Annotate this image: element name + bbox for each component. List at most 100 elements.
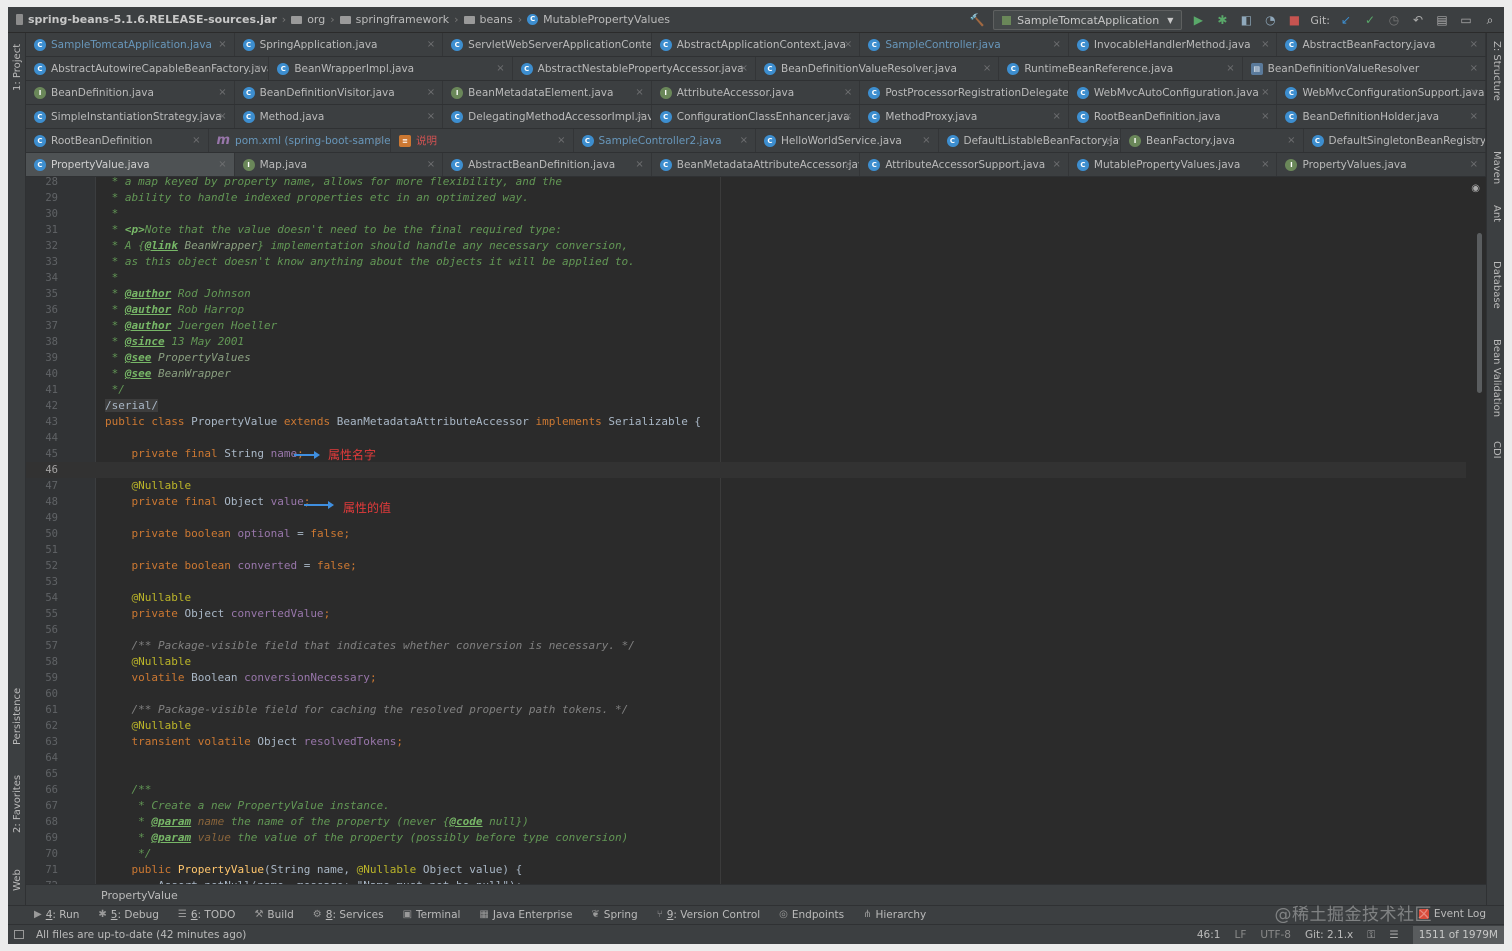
git-branch[interactable]: Git: 2.1.x bbox=[1305, 929, 1353, 941]
code-editor[interactable]: 28 * a map keyed by property name, allow… bbox=[26, 177, 1486, 884]
editor-tab[interactable]: C SampleController.java × bbox=[860, 33, 1069, 56]
close-tab-icon[interactable]: × bbox=[844, 39, 852, 50]
code-line[interactable]: 53 bbox=[26, 574, 1466, 590]
git-commit-icon[interactable]: ✓ bbox=[1362, 12, 1378, 28]
code-line[interactable]: 41 */ bbox=[26, 382, 1466, 398]
close-tab-icon[interactable]: × bbox=[983, 63, 991, 74]
close-tab-icon[interactable]: × bbox=[427, 111, 435, 122]
editor-tab[interactable]: C RuntimeBeanReference.java × bbox=[999, 57, 1243, 80]
code-line[interactable]: 56 bbox=[26, 622, 1466, 638]
close-tab-icon[interactable]: × bbox=[375, 135, 383, 146]
close-tab-icon[interactable]: × bbox=[1470, 39, 1478, 50]
close-tab-icon[interactable]: × bbox=[218, 111, 226, 122]
close-tab-icon[interactable]: × bbox=[635, 87, 643, 98]
code-line[interactable]: 30 * bbox=[26, 206, 1466, 222]
close-tab-icon[interactable]: × bbox=[844, 159, 852, 170]
close-tab-icon[interactable]: × bbox=[1470, 135, 1478, 146]
close-tab-icon[interactable]: × bbox=[1053, 39, 1061, 50]
code-line[interactable]: 60 bbox=[26, 686, 1466, 702]
editor-tab[interactable]: C BeanDefinitionValueResolver.java × bbox=[756, 57, 1000, 80]
code-line[interactable]: 42/serial/ bbox=[26, 398, 1466, 414]
tool-window-todo[interactable]: ☰ 6: TODO bbox=[178, 909, 236, 921]
breadcrumb-springframework[interactable]: springframework bbox=[356, 13, 449, 26]
layout-icon[interactable]: ▭ bbox=[1458, 12, 1474, 28]
close-tab-icon[interactable]: × bbox=[1287, 135, 1295, 146]
close-tab-icon[interactable]: × bbox=[1470, 159, 1478, 170]
code-line[interactable]: 45 private final String name; bbox=[26, 446, 1466, 462]
tool-window-debug[interactable]: ✱ 5: Debug bbox=[98, 909, 158, 921]
vertical-scrollbar[interactable] bbox=[1477, 233, 1482, 393]
editor-tab[interactable]: C HelloWorldService.java × bbox=[756, 129, 939, 152]
coverage-icon[interactable]: ◧ bbox=[1238, 12, 1254, 28]
editor-tab[interactable]: C DelegatingMethodAccessorImpl.java × bbox=[443, 105, 652, 128]
favorites-tool-button[interactable]: 2: Favorites bbox=[12, 775, 23, 833]
close-tab-icon[interactable]: × bbox=[192, 135, 200, 146]
code-line[interactable]: 38 * @since 13 May 2001 bbox=[26, 334, 1466, 350]
editor-tab[interactable]: C AbstractApplicationContext.java × bbox=[652, 33, 861, 56]
editor-tab[interactable]: C InvocableHandlerMethod.java × bbox=[1069, 33, 1278, 56]
close-tab-icon[interactable]: × bbox=[1226, 63, 1234, 74]
tool-window-endpoints[interactable]: ◎ Endpoints bbox=[779, 909, 844, 921]
breadcrumb-class-name[interactable]: PropertyValue bbox=[101, 889, 178, 902]
editor-tab[interactable]: C WebMvcConfigurationSupport.java × bbox=[1277, 81, 1487, 104]
close-tab-icon[interactable]: × bbox=[1053, 111, 1061, 122]
editor-tab[interactable]: ▤ BeanDefinitionValueResolver × bbox=[1243, 57, 1486, 80]
tool-window-build[interactable]: ⚒ Build bbox=[254, 909, 293, 921]
code-line[interactable]: 35 * @author Rod Johnson bbox=[26, 286, 1466, 302]
editor-tab[interactable]: C AbstractAutowireCapableBeanFactory.java… bbox=[26, 57, 270, 80]
tool-window-spring[interactable]: ❦ Spring bbox=[591, 909, 637, 921]
close-tab-icon[interactable]: × bbox=[740, 135, 748, 146]
close-tab-icon[interactable]: × bbox=[635, 159, 643, 170]
close-tab-icon[interactable]: × bbox=[1261, 111, 1269, 122]
code-line[interactable]: 52 private boolean converted = false; bbox=[26, 558, 1466, 574]
memory-indicator[interactable]: 1511 of 1979M bbox=[1412, 926, 1504, 944]
maven-tool-button[interactable]: Maven bbox=[1491, 151, 1502, 184]
close-tab-icon[interactable]: × bbox=[635, 111, 643, 122]
close-tab-icon[interactable]: × bbox=[557, 135, 565, 146]
code-line[interactable]: 49 bbox=[26, 510, 1466, 526]
close-tab-icon[interactable]: × bbox=[1470, 87, 1478, 98]
code-line[interactable]: 69 * @param value the value of the prope… bbox=[26, 830, 1466, 846]
reader-mode-icon[interactable]: ◉ bbox=[1471, 183, 1480, 194]
code-line[interactable]: 55 private Object convertedValue; bbox=[26, 606, 1466, 622]
editor-tab[interactable]: C AbstractNestablePropertyAccessor.java × bbox=[513, 57, 756, 80]
profile-icon[interactable]: ◔ bbox=[1262, 12, 1278, 28]
code-line[interactable]: 37 * @author Juergen Hoeller bbox=[26, 318, 1466, 334]
editor-tab[interactable]: I BeanMetadataElement.java × bbox=[443, 81, 652, 104]
close-tab-icon[interactable]: × bbox=[218, 159, 226, 170]
tool-window-java-enterprise[interactable]: ▦ Java Enterprise bbox=[479, 909, 572, 921]
editor-tab[interactable]: C PropertyValue.java × bbox=[26, 153, 235, 176]
code-line[interactable]: 33 * as this object doesn't know anythin… bbox=[26, 254, 1466, 270]
code-line[interactable]: 66 /** bbox=[26, 782, 1466, 798]
close-tab-icon[interactable]: × bbox=[218, 87, 226, 98]
ant-tool-button[interactable]: Ant bbox=[1491, 205, 1502, 222]
editor-tab[interactable]: C BeanDefinitionHolder.java × bbox=[1277, 105, 1487, 128]
editor-tab[interactable]: C PostProcessorRegistrationDelegate.java× bbox=[860, 81, 1069, 104]
code-line[interactable]: 28 * a map keyed by property name, allow… bbox=[26, 177, 1466, 190]
close-tab-icon[interactable]: × bbox=[922, 135, 930, 146]
close-tab-icon[interactable]: × bbox=[844, 87, 852, 98]
code-line[interactable]: 46 bbox=[26, 462, 1466, 478]
stop-icon[interactable]: ■ bbox=[1286, 12, 1302, 28]
close-tab-icon[interactable]: × bbox=[635, 39, 643, 50]
close-tab-icon[interactable]: × bbox=[427, 159, 435, 170]
code-line[interactable]: 62 @Nullable bbox=[26, 718, 1466, 734]
rollback-icon[interactable]: ↶ bbox=[1410, 12, 1426, 28]
breadcrumb-class[interactable]: MutablePropertyValues bbox=[543, 13, 670, 26]
tool-window-terminal[interactable]: ▣ Terminal bbox=[403, 909, 461, 921]
tool-window-vcs[interactable]: ⑂ 9: Version Control bbox=[657, 909, 760, 921]
code-line[interactable]: 57 /** Package-visible field that indica… bbox=[26, 638, 1466, 654]
close-tab-icon[interactable]: × bbox=[427, 87, 435, 98]
code-line[interactable]: 71 public PropertyValue(String name, @Nu… bbox=[26, 862, 1466, 878]
run-configuration-select[interactable]: SampleTomcatApplication ▼ bbox=[993, 10, 1183, 30]
caret-position[interactable]: 46:1 bbox=[1197, 929, 1221, 941]
code-line[interactable]: 31 * <p>Note that the value doesn't need… bbox=[26, 222, 1466, 238]
code-line[interactable]: 29 * ability to handle indexed propertie… bbox=[26, 190, 1466, 206]
project-tool-button[interactable]: 1: Project bbox=[12, 44, 23, 91]
editor-tab[interactable]: C SampleTomcatApplication.java × bbox=[26, 33, 235, 56]
code-line[interactable]: 44 bbox=[26, 430, 1466, 446]
editor-tab[interactable]: I PropertyValues.java × bbox=[1277, 153, 1487, 176]
editor-tab[interactable]: I AttributeAccessor.java × bbox=[652, 81, 861, 104]
editor-tab[interactable]: C WebMvcAutoConfiguration.java × bbox=[1069, 81, 1278, 104]
editor-tab[interactable]: C AbstractBeanFactory.java × bbox=[1277, 33, 1487, 56]
